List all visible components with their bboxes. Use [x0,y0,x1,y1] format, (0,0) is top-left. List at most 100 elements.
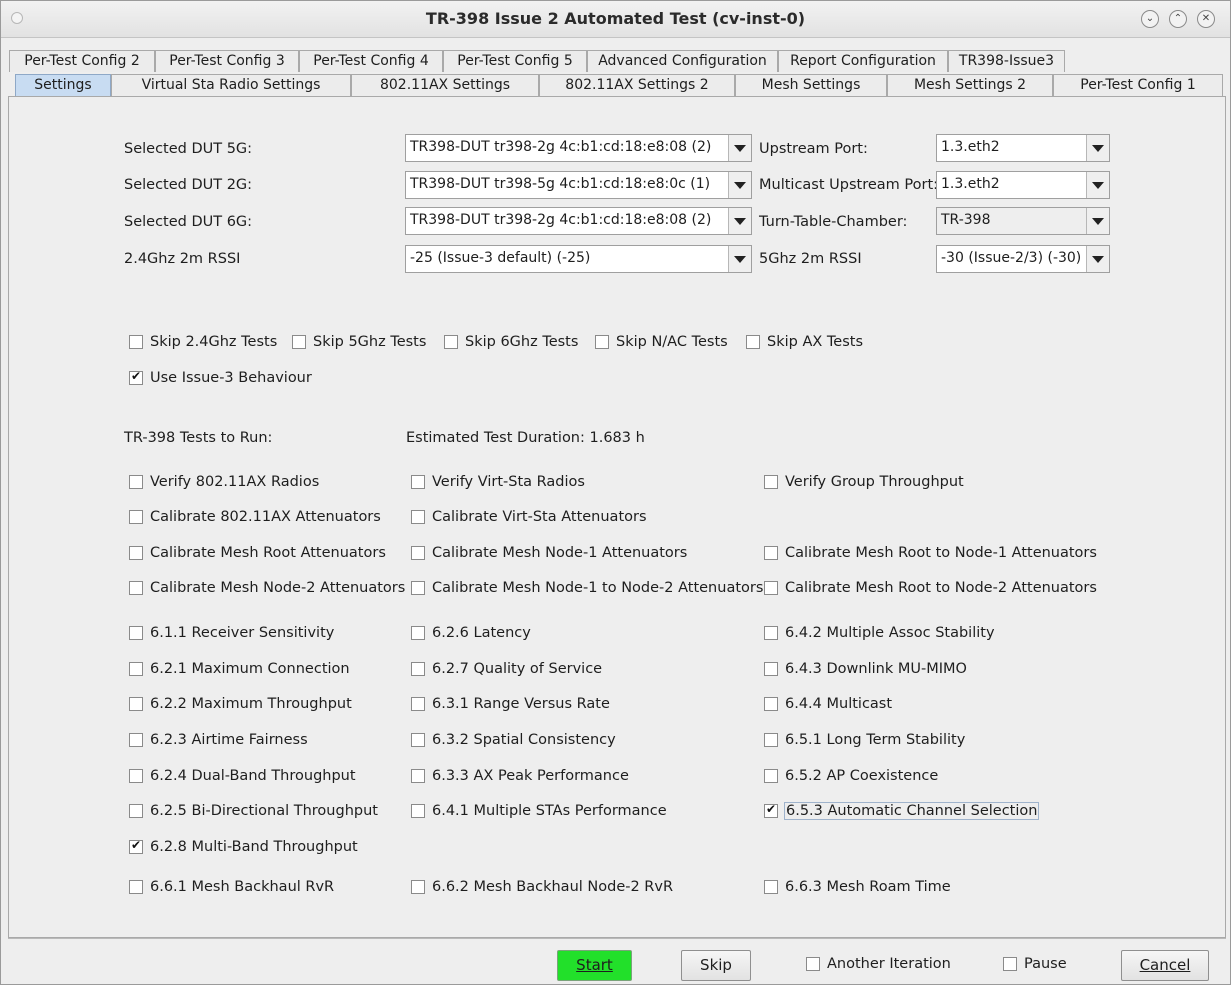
checkbox-box[interactable] [129,581,143,595]
test-626[interactable]: 6.2.6 Latency [411,625,531,641]
tab-report-configuration[interactable]: Report Configuration [778,50,948,72]
test-628[interactable]: 6.2.8 Multi-Band Throughput [129,838,358,855]
test-622[interactable]: 6.2.2 Maximum Throughput [129,696,352,712]
checkbox-box[interactable] [411,804,425,818]
chevron-down-icon[interactable] [1086,172,1109,198]
test-651[interactable]: 6.5.1 Long Term Stability [764,732,965,748]
chevron-down-icon[interactable] [728,172,751,198]
checkbox-box[interactable] [411,769,425,783]
test-624[interactable]: 6.2.4 Dual-Band Throughput [129,768,356,784]
dut2g-select[interactable]: TR398-DUT tr398-5g 4c:b1:cd:18:e8:0c (1) [405,171,752,199]
checkbox-box[interactable] [129,769,143,783]
skip-button[interactable]: Skip [681,950,751,981]
test-611[interactable]: 6.1.1 Receiver Sensitivity [129,625,334,641]
test-625[interactable]: 6.2.5 Bi-Directional Throughput [129,803,378,819]
test-verify-virt-sta[interactable]: Verify Virt-Sta Radios [411,474,585,490]
tab-per-test-config-5[interactable]: Per-Test Config 5 [443,50,587,72]
tab-mesh-settings-2[interactable]: Mesh Settings 2 [887,74,1053,96]
minimize-icon[interactable]: ⌄ [1141,10,1159,28]
checkbox-box[interactable] [411,475,425,489]
chevron-down-icon[interactable] [1086,246,1109,272]
checkbox-box[interactable] [129,697,143,711]
test-621[interactable]: 6.2.1 Maximum Connection [129,661,350,677]
checkbox-box[interactable] [764,880,778,894]
test-calibrate-ax-attenuators[interactable]: Calibrate 802.11AX Attenuators [129,509,381,525]
checkbox-box[interactable] [411,510,425,524]
test-663[interactable]: 6.6.3 Mesh Roam Time [764,879,951,895]
checkbox-box[interactable] [764,475,778,489]
test-662[interactable]: 6.6.2 Mesh Backhaul Node-2 RvR [411,879,673,895]
test-623[interactable]: 6.2.3 Airtime Fairness [129,732,308,748]
test-631[interactable]: 6.3.1 Range Versus Rate [411,696,610,712]
checkbox-box[interactable] [411,662,425,676]
checkbox-box-checked[interactable] [129,369,143,385]
test-643[interactable]: 6.4.3 Downlink MU-MIMO [764,661,967,677]
close-icon[interactable]: ✕ [1197,10,1215,28]
checkbox-box[interactable] [444,335,458,349]
rssi24-select[interactable]: -25 (Issue-3 default) (-25) [405,245,752,273]
checkbox-box[interactable] [129,510,143,524]
turn-table-chamber-select[interactable]: TR-398 [936,207,1110,235]
test-calibrate-mesh-node2[interactable]: Calibrate Mesh Node-2 Attenuators [129,580,405,596]
checkbox-box[interactable] [411,697,425,711]
another-iteration-checkbox[interactable]: Another Iteration [806,956,951,972]
test-633[interactable]: 6.3.3 AX Peak Performance [411,768,629,784]
checkbox-box[interactable] [595,335,609,349]
checkbox-box-checked[interactable] [129,838,143,854]
test-652[interactable]: 6.5.2 AP Coexistence [764,768,938,784]
test-verify-group-throughput[interactable]: Verify Group Throughput [764,474,964,490]
rssi5-select[interactable]: -30 (Issue-2/3) (-30) [936,245,1110,273]
tab-per-test-config-3[interactable]: Per-Test Config 3 [155,50,299,72]
chevron-down-icon[interactable] [1086,135,1109,161]
checkbox-box[interactable] [764,662,778,676]
chevron-down-icon[interactable] [728,208,751,234]
multicast-upstream-port-select[interactable]: 1.3.eth2 [936,171,1110,199]
test-calibrate-mesh-root[interactable]: Calibrate Mesh Root Attenuators [129,545,386,561]
test-644[interactable]: 6.4.4 Multicast [764,696,892,712]
checkbox-box[interactable] [129,880,143,894]
checkbox-box[interactable] [129,475,143,489]
checkbox-box[interactable] [764,581,778,595]
checkbox-box[interactable] [764,546,778,560]
checkbox-box[interactable] [1003,957,1017,971]
checkbox-box[interactable] [806,957,820,971]
checkbox-box[interactable] [129,733,143,747]
test-calibrate-node1-node2[interactable]: Calibrate Mesh Node-1 to Node-2 Attenuat… [411,580,763,596]
checkbox-box[interactable] [129,335,143,349]
cancel-button[interactable]: Cancel [1121,950,1209,981]
skip-6ghz-checkbox[interactable]: Skip 6Ghz Tests [444,334,578,350]
test-641[interactable]: 6.4.1 Multiple STAs Performance [411,803,667,819]
checkbox-box[interactable] [411,626,425,640]
test-653[interactable]: 6.5.3 Automatic Channel Selection [764,802,1040,820]
checkbox-box[interactable] [746,335,760,349]
skip-nac-checkbox[interactable]: Skip N/AC Tests [595,334,728,350]
skip-5ghz-checkbox[interactable]: Skip 5Ghz Tests [292,334,426,350]
tab-settings[interactable]: Settings [15,74,111,96]
checkbox-box[interactable] [129,662,143,676]
checkbox-box[interactable] [411,733,425,747]
test-632[interactable]: 6.3.2 Spatial Consistency [411,732,616,748]
tab-mesh-settings[interactable]: Mesh Settings [735,74,887,96]
chevron-down-icon[interactable] [728,135,751,161]
checkbox-box[interactable] [411,546,425,560]
test-calibrate-virt-sta[interactable]: Calibrate Virt-Sta Attenuators [411,509,647,525]
checkbox-box[interactable] [764,626,778,640]
checkbox-box-checked[interactable] [764,802,778,818]
test-calibrate-mesh-node1[interactable]: Calibrate Mesh Node-1 Attenuators [411,545,687,561]
checkbox-box[interactable] [764,697,778,711]
maximize-icon[interactable]: ⌃ [1169,10,1187,28]
tab-advanced-configuration[interactable]: Advanced Configuration [587,50,778,72]
test-calibrate-root-node1[interactable]: Calibrate Mesh Root to Node-1 Attenuator… [764,545,1097,561]
checkbox-box[interactable] [411,581,425,595]
upstream-port-select[interactable]: 1.3.eth2 [936,134,1110,162]
tab-80211ax-settings-2[interactable]: 802.11AX Settings 2 [539,74,735,96]
tab-per-test-config-2[interactable]: Per-Test Config 2 [9,50,155,72]
chevron-down-icon[interactable] [1086,208,1109,234]
test-661[interactable]: 6.6.1 Mesh Backhaul RvR [129,879,334,895]
checkbox-box[interactable] [129,804,143,818]
test-627[interactable]: 6.2.7 Quality of Service [411,661,602,677]
pause-checkbox[interactable]: Pause [1003,956,1067,972]
checkbox-box[interactable] [411,880,425,894]
skip-24ghz-checkbox[interactable]: Skip 2.4Ghz Tests [129,334,277,350]
start-button[interactable]: Start [557,950,632,981]
